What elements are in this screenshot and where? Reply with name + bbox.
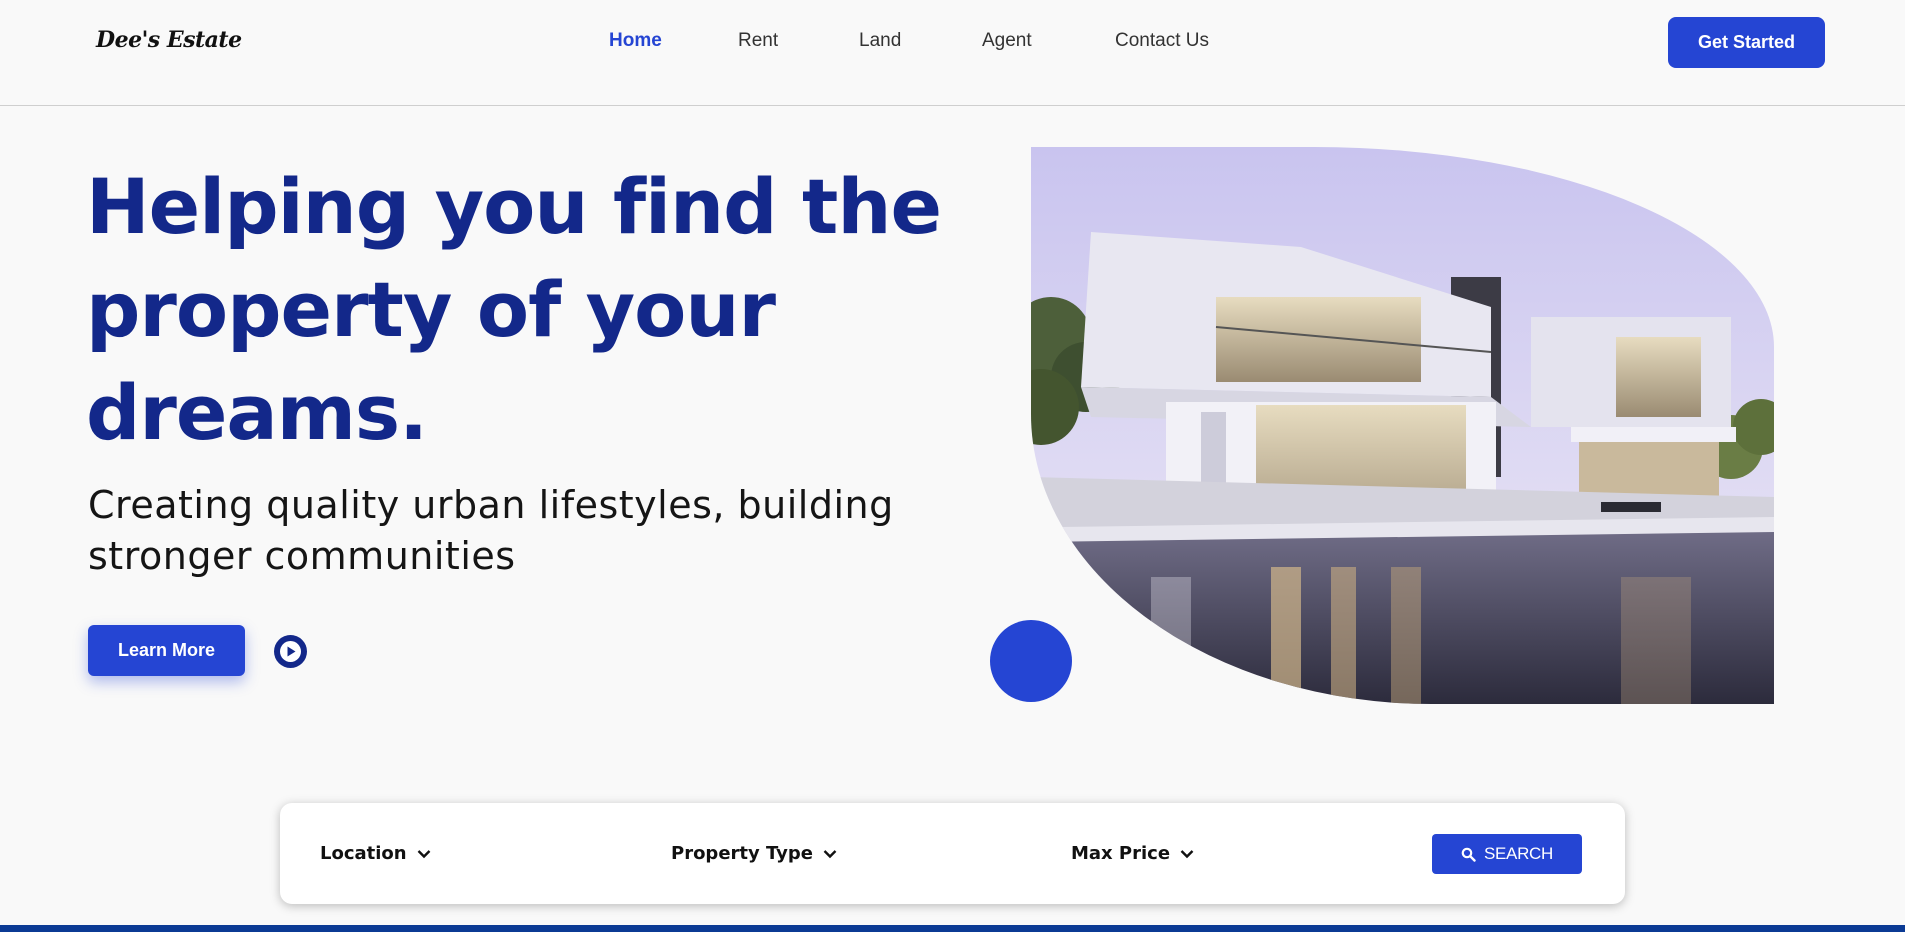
hero-title-line: property of your: [86, 265, 776, 354]
max-price-label: Max Price: [1071, 843, 1171, 864]
chevron-down-icon: [1180, 850, 1194, 859]
nav-link-agent[interactable]: Agent: [982, 30, 1032, 52]
play-icon: [280, 641, 301, 662]
search-button[interactable]: SEARCH: [1432, 834, 1582, 874]
hero-title: Helping you find the property of your dr…: [86, 155, 946, 464]
chevron-down-icon: [823, 850, 837, 859]
get-started-button[interactable]: Get Started: [1668, 17, 1825, 68]
max-price-dropdown[interactable]: Max Price: [1071, 843, 1194, 864]
decorative-circle: [990, 620, 1072, 702]
nav-link-rent[interactable]: Rent: [738, 30, 778, 52]
learn-more-button[interactable]: Learn More: [88, 625, 245, 676]
nav-link-contact-us[interactable]: Contact Us: [1115, 30, 1209, 52]
nav-link-home[interactable]: Home: [609, 30, 662, 52]
navbar: Dee's Estate Home Rent Land Agent Contac…: [0, 0, 1905, 106]
hero-title-line: Helping you find the: [86, 162, 942, 251]
search-button-label: SEARCH: [1483, 844, 1554, 863]
property-type-label: Property Type: [671, 843, 813, 864]
nav-link-land[interactable]: Land: [859, 30, 901, 52]
footer-strip: [0, 925, 1905, 932]
main-nav: Home Rent Land Agent Contact Us: [0, 30, 1905, 60]
property-search-bar: Location Property Type Max Price SEARCH: [280, 803, 1625, 904]
hero-subtitle: Creating quality urban lifestyles, build…: [88, 480, 948, 582]
modern-house-illustration: [1031, 147, 1774, 704]
chevron-down-icon: [417, 850, 431, 859]
location-label: Location: [320, 843, 407, 864]
hero-house-image: [1031, 147, 1774, 704]
location-dropdown[interactable]: Location: [320, 843, 431, 864]
play-circle-icon[interactable]: [274, 635, 307, 668]
hero-subtitle-line: stronger communities: [88, 534, 516, 578]
hero-title-line: dreams.: [86, 368, 428, 457]
search-icon: [1461, 847, 1476, 862]
hero-subtitle-line: Creating quality urban lifestyles, build…: [88, 483, 894, 527]
property-type-dropdown[interactable]: Property Type: [671, 843, 837, 864]
